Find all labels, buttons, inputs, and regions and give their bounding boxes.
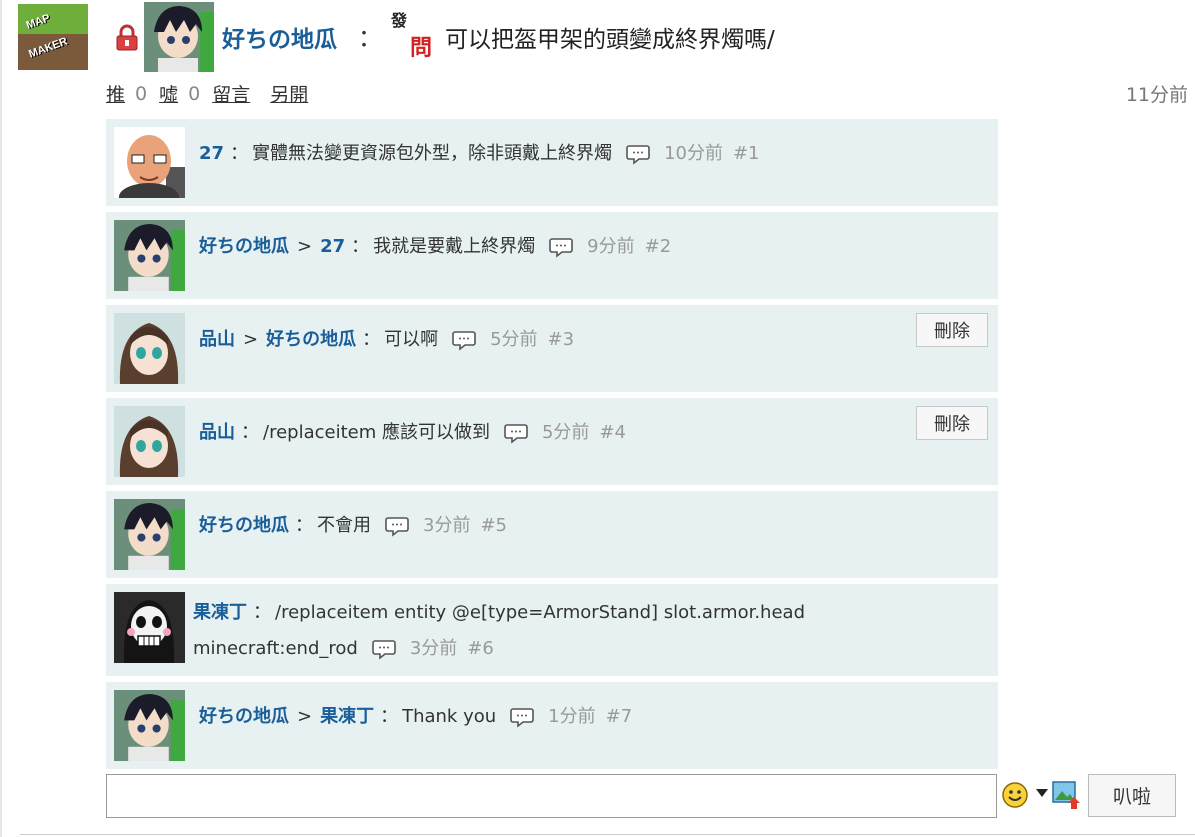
comment-time: 3分前: [423, 515, 471, 536]
comment-item: 品山：/replaceitem 應該可以做到 5分前 #4 刪除: [106, 398, 998, 485]
speech-bubble-icon[interactable]: [452, 329, 476, 351]
post-actions: 推 0 噓 0 留言 另開: [106, 80, 308, 107]
svg-text:問: 問: [410, 36, 432, 60]
comment-author-link[interactable]: 好ちの地瓜: [199, 515, 289, 536]
comment-text: 我就是要戴上終界燭: [373, 236, 536, 257]
commenter-avatar[interactable]: [114, 406, 185, 477]
boo-count: 0: [188, 82, 201, 105]
comment-floor[interactable]: #3: [548, 329, 575, 350]
reply-target-link[interactable]: 好ちの地瓜: [266, 329, 356, 350]
comment-body: 品山：/replaceitem 應該可以做到 5分前 #4: [199, 422, 626, 444]
open-new-link[interactable]: 另開: [270, 80, 308, 107]
commenter-avatar[interactable]: [114, 127, 185, 198]
comment-author-link[interactable]: 好ちの地瓜: [199, 236, 289, 257]
left-border: [0, 0, 2, 837]
comment-author-link[interactable]: 品山: [199, 329, 235, 350]
comment-item: 27：實體無法變更資源包外型，除非頭戴上終界燭 10分前 #1: [106, 119, 998, 206]
comment-body: 好ちの地瓜：不會用 3分前 #5: [199, 515, 507, 537]
push-count: 0: [135, 82, 148, 105]
comment-body: 好ちの地瓜 > 果凍丁： Thank you 1分前 #7: [199, 706, 633, 728]
commenter-avatar[interactable]: [114, 220, 185, 291]
comment-item: 好ちの地瓜 >27：我就是要戴上終界燭 9分前 #2: [106, 212, 998, 299]
reply-target-link[interactable]: 27: [320, 236, 345, 257]
comment-floor[interactable]: #7: [606, 706, 633, 727]
post-title: 可以把盔甲架的頭變成終界燭嗎/: [445, 27, 775, 53]
speech-bubble-icon[interactable]: [549, 236, 573, 258]
question-tag-icon: 發 問: [390, 11, 432, 60]
svg-text:發: 發: [390, 11, 408, 30]
comment-floor[interactable]: #5: [480, 515, 507, 536]
comment-author-link[interactable]: 品山: [199, 422, 235, 443]
speech-bubble-icon[interactable]: [504, 422, 528, 444]
speech-bubble-icon[interactable]: [372, 638, 396, 660]
comment-time: 9分前: [587, 236, 635, 257]
author-avatar[interactable]: [144, 2, 214, 72]
comment-floor[interactable]: #1: [733, 143, 760, 164]
comment-text: minecraft:end_rod: [193, 638, 358, 659]
comment-body: 品山 > 好ちの地瓜：可以啊 5分前 #3: [199, 329, 575, 351]
lock-icon: [116, 24, 138, 51]
comment-text: /replaceitem entity @e[type=ArmorStand] …: [275, 602, 805, 623]
board-logo[interactable]: MAP MAKER: [18, 4, 88, 70]
speech-bubble-icon[interactable]: [510, 706, 534, 728]
comment-text: 可以啊: [384, 329, 439, 350]
comment-item: 好ちの地瓜：不會用 3分前 #5: [106, 491, 998, 578]
submit-comment-button[interactable]: 叭啦: [1088, 774, 1176, 817]
boo-link[interactable]: 噓: [159, 80, 178, 107]
image-upload-icon[interactable]: [1051, 779, 1081, 809]
comment-time: 3分前: [409, 638, 458, 659]
reply-target-link[interactable]: 果凍丁: [320, 706, 374, 727]
comment-item: 品山 > 好ちの地瓜：可以啊 5分前 #3 刪除: [106, 305, 998, 392]
commenter-avatar[interactable]: [114, 690, 185, 761]
comment-author-link[interactable]: 27: [199, 143, 224, 164]
delete-button[interactable]: 刪除: [916, 313, 988, 347]
comment-floor[interactable]: #2: [645, 236, 672, 257]
commenter-avatar[interactable]: [114, 499, 185, 570]
comment-time: 5分前: [541, 422, 590, 443]
comment-floor[interactable]: #6: [467, 638, 494, 659]
post-time: 11分前: [1125, 84, 1188, 106]
comment-body: 果凍丁：/replaceitem entity @e[type=ArmorSta…: [193, 602, 805, 623]
comment-link[interactable]: 留言: [212, 80, 250, 107]
commenter-avatar[interactable]: [114, 313, 185, 384]
comment-item: 果凍丁：/replaceitem entity @e[type=ArmorSta…: [106, 584, 998, 676]
comment-body-continued: minecraft:end_rod 3分前 #6: [193, 630, 988, 668]
comment-author-link[interactable]: 好ちの地瓜: [199, 706, 289, 727]
reply-input[interactable]: [106, 774, 997, 818]
comment-author-link[interactable]: 果凍丁: [193, 602, 247, 623]
bottom-divider: [20, 834, 1195, 835]
smiley-icon[interactable]: [1001, 781, 1029, 809]
post-colon: ：: [358, 24, 382, 52]
delete-button[interactable]: 刪除: [916, 406, 988, 440]
caret-down-icon[interactable]: [1035, 788, 1049, 798]
comment-text: /replaceitem 應該可以做到: [263, 422, 490, 443]
speech-bubble-icon[interactable]: [385, 515, 409, 537]
comment-item: 好ちの地瓜 > 果凍丁： Thank you 1分前 #7: [106, 682, 998, 769]
comment-time: 1分前: [548, 706, 596, 727]
comment-time: 5分前: [490, 329, 538, 350]
comment-body: 好ちの地瓜 >27：我就是要戴上終界燭 9分前 #2: [199, 236, 672, 258]
comment-floor[interactable]: #4: [599, 422, 626, 443]
comment-time: 10分前: [664, 143, 723, 164]
push-link[interactable]: 推: [106, 80, 125, 107]
comment-text: 實體無法變更資源包外型，除非頭戴上終界燭: [252, 143, 613, 164]
comment-text: Thank you: [402, 706, 497, 727]
post-author-link[interactable]: 好ちの地瓜: [222, 20, 337, 54]
comment-body: 27：實體無法變更資源包外型，除非頭戴上終界燭 10分前 #1: [199, 143, 760, 165]
comment-text: 不會用: [317, 515, 371, 536]
speech-bubble-icon[interactable]: [626, 143, 650, 165]
